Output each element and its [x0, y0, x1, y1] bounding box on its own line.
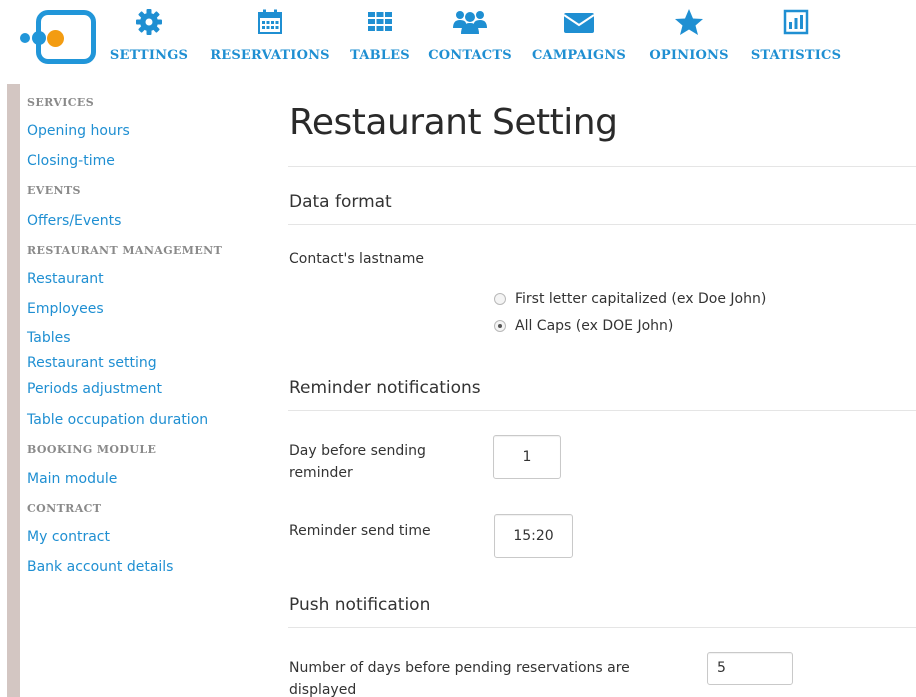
sidebar-item-tables[interactable]: Tables [27, 330, 71, 346]
radio-checked[interactable] [494, 319, 506, 332]
logo-dot-small [20, 33, 30, 43]
sidebar-item-bank-account-details[interactable]: Bank account details [27, 559, 173, 575]
page-title: Restaurant Setting [289, 102, 618, 143]
nav-reservations[interactable]: RESERVATIONS [204, 6, 336, 70]
nav-contacts[interactable]: CONTACTS [424, 6, 516, 70]
sidebar-item-table-occupation-duration[interactable]: Table occupation duration [27, 412, 208, 428]
sidebar-item-my-contract[interactable]: My contract [27, 529, 110, 545]
nav-reservations-label: RESERVATIONS [210, 48, 330, 63]
nav-opinions-label: OPINIONS [649, 48, 729, 63]
app-logo[interactable] [20, 10, 96, 64]
calendar-icon [204, 8, 336, 44]
sidebar-item-closing-time[interactable]: Closing-time [27, 153, 115, 169]
sidebar: SERVICES Opening hours Closing-time EVEN… [0, 84, 250, 697]
sidebar-heading-booking-module: BOOKING MODULE [27, 443, 157, 456]
sidebar-item-offers-events[interactable]: Offers/Events [27, 213, 121, 229]
nav-settings-label: SETTINGS [109, 48, 189, 63]
sidebar-item-main-module[interactable]: Main module [27, 471, 117, 487]
sidebar-item-periods-adjustment[interactable]: Periods adjustment [27, 381, 162, 397]
sidebar-item-restaurant-setting[interactable]: Restaurant setting [27, 355, 157, 371]
nav-tables-label: TABLES [350, 48, 410, 63]
nav-tables[interactable]: TABLES [347, 6, 413, 70]
reminder-send-time-input[interactable]: 15:20 [494, 514, 573, 558]
top-navigation-bar: SETTINGS RESERVATIONS TABLES CONTACTS CA… [0, 0, 916, 84]
pending-reservations-days-label: Number of days before pending reservatio… [289, 660, 630, 697]
sidebar-item-employees[interactable]: Employees [27, 301, 104, 317]
users-icon [424, 8, 516, 44]
sidebar-heading-restaurant-management: RESTAURANT MANAGEMENT [27, 244, 223, 257]
divider [288, 166, 916, 167]
nav-opinions[interactable]: OPINIONS [643, 6, 735, 70]
section-title-push-notification: Push notification [289, 595, 431, 615]
nav-contacts-label: CONTACTS [428, 48, 512, 63]
nav-statistics[interactable]: STATISTICS [745, 6, 847, 70]
day-before-reminder-label: Day before sending reminder [289, 443, 426, 481]
grid-icon [347, 8, 413, 44]
divider [288, 627, 916, 628]
logo-dot-orange [47, 30, 64, 47]
sidebar-accent-strip [7, 84, 20, 697]
nav-campaigns-label: CAMPAIGNS [532, 48, 626, 63]
sidebar-heading-services: SERVICES [27, 96, 95, 109]
reminder-send-time-label: Reminder send time [289, 523, 431, 539]
contact-lastname-label: Contact's lastname [289, 251, 425, 267]
bar-chart-icon [745, 8, 847, 44]
gear-icon [106, 8, 192, 44]
envelope-icon [526, 8, 632, 44]
divider [288, 224, 916, 225]
radio-label: First letter capitalized (ex Doe John) [515, 290, 767, 307]
radio-all-caps[interactable]: All Caps (ex DOE John) [494, 315, 673, 335]
sidebar-item-opening-hours[interactable]: Opening hours [27, 123, 130, 139]
section-title-reminder-notifications: Reminder notifications [289, 378, 481, 398]
sidebar-heading-events: EVENTS [27, 184, 81, 197]
main-content: Restaurant Setting Data format Contact's… [288, 84, 916, 697]
day-before-reminder-input[interactable]: 1 [493, 435, 561, 479]
star-icon [643, 8, 735, 44]
pending-reservations-days-input[interactable]: 5 [707, 652, 793, 685]
logo-dot-medium [32, 31, 46, 45]
section-title-data-format: Data format [289, 192, 392, 212]
nav-statistics-label: STATISTICS [750, 48, 842, 63]
radio-unchecked[interactable] [494, 292, 506, 305]
divider [288, 410, 916, 411]
nav-campaigns[interactable]: CAMPAIGNS [526, 6, 632, 70]
radio-first-letter-capitalized[interactable]: First letter capitalized (ex Doe John) [494, 288, 766, 308]
sidebar-heading-contract: CONTRACT [27, 502, 102, 515]
radio-label: All Caps (ex DOE John) [515, 317, 674, 334]
nav-settings[interactable]: SETTINGS [106, 6, 192, 70]
sidebar-item-restaurant[interactable]: Restaurant [27, 271, 104, 287]
